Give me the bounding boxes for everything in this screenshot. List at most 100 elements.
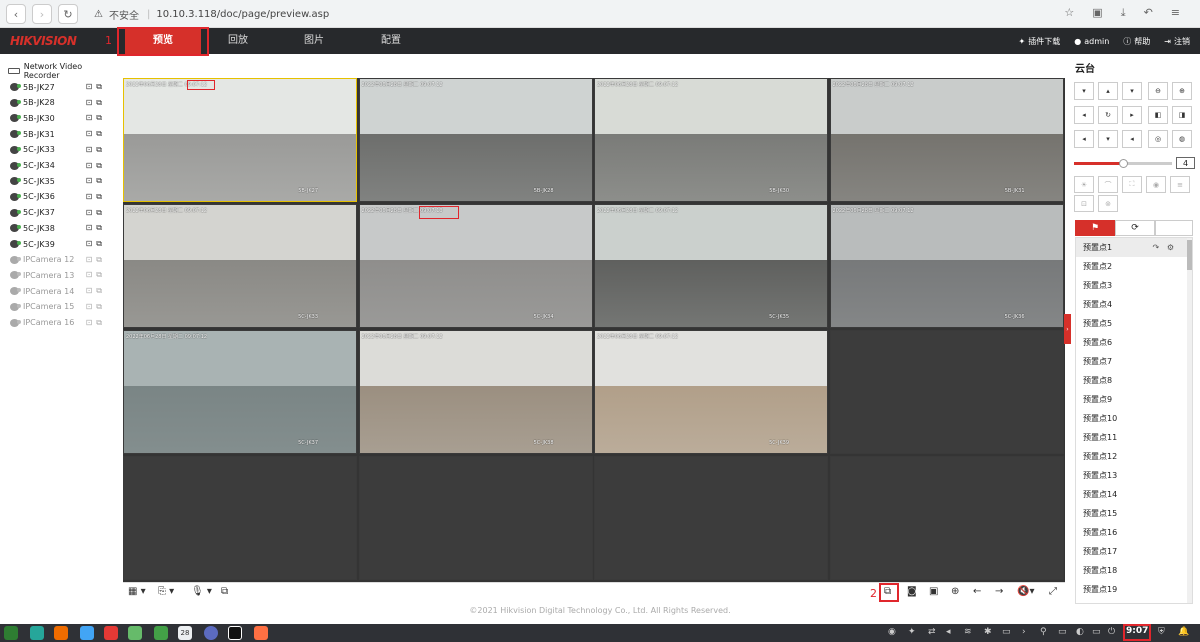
tray-transfer-icon[interactable]: ⇄ xyxy=(928,627,936,637)
preset-item[interactable]: 预置点14 xyxy=(1076,485,1192,504)
settings-icon[interactable] xyxy=(204,626,218,640)
video-window[interactable]: 2022年06月28日 星期二 09:07:12 5B-JK30 xyxy=(594,78,828,202)
plugin-download-link[interactable]: ✦ 插件下载 xyxy=(1019,36,1061,47)
start-all-preview-icon[interactable]: ⎘ ▾ xyxy=(158,586,174,597)
preview-camera-icon[interactable]: ⧉ xyxy=(96,176,106,185)
video-window[interactable]: 2022年06月28日 星期二 09:07:12 5C-JK38 xyxy=(358,330,593,454)
forward-arrow-icon[interactable]: › xyxy=(32,4,52,24)
address-bar[interactable]: ⚠ 不安全 | 10.10.3.118/doc/page/preview.asp xyxy=(86,4,1098,24)
preset-item[interactable]: 预置点12 xyxy=(1076,447,1192,466)
ptz-left-icon[interactable]: ◂ xyxy=(1074,106,1094,124)
files-icon[interactable] xyxy=(30,626,44,640)
preset-item[interactable]: 预置点20 xyxy=(1076,599,1192,603)
menu-icon[interactable]: ≡ xyxy=(1171,6,1180,20)
launcher-icon[interactable] xyxy=(4,626,18,640)
preset-item[interactable]: 预置点8 xyxy=(1076,371,1192,390)
video-window[interactable]: 2022年06月28日 星期二 09:07:12 5B-JK27 xyxy=(123,78,357,202)
prev-page-icon[interactable]: ← xyxy=(973,586,981,597)
preset-item[interactable]: 预置点1 ↷ ⚙ xyxy=(1076,238,1192,257)
preview-camera-icon[interactable]: ⧉ xyxy=(96,255,106,264)
layout-grid-icon[interactable]: ▦ ▾ xyxy=(128,586,146,597)
video-window[interactable]: 2022年06月28日 星期二 09:07:12 5C-JK36 xyxy=(829,204,1064,328)
extension-icon[interactable]: ▣ xyxy=(1092,6,1102,20)
tray-volume-icon[interactable]: ◂ xyxy=(946,627,951,637)
record-camera-icon[interactable]: ⊡ xyxy=(86,98,97,107)
ptz-auto-icon[interactable]: ↻ xyxy=(1098,106,1118,124)
preset-item[interactable]: 预置点3 xyxy=(1076,276,1192,295)
notification-bell-icon[interactable]: 🔔 xyxy=(1178,627,1189,637)
store-icon[interactable] xyxy=(54,626,68,640)
ptz-speed-slider[interactable] xyxy=(1074,159,1172,168)
camera-tree-item[interactable]: 5C-JK39 ⊡⧉ xyxy=(10,237,114,251)
record-icon[interactable]: ▣ xyxy=(929,586,938,597)
camera-tree-item[interactable]: IPCamera 14 ⊡⧉ xyxy=(10,284,114,298)
record-camera-icon[interactable]: ⊡ xyxy=(86,161,97,170)
preview-camera-icon[interactable]: ⧉ xyxy=(96,302,106,311)
video-window[interactable]: 2022年06月28日 星期二 09:07:12 5C-JK33 xyxy=(123,204,357,328)
tray-ime-icon[interactable]: ✦ xyxy=(908,627,916,637)
preview-camera-icon[interactable]: ⧉ xyxy=(96,208,106,217)
video-window[interactable]: 2022年06月28日 星期二 09:07:13 5C-JK34 xyxy=(358,204,593,328)
camera-tree-item[interactable]: 5C-JK37 ⊡⧉ xyxy=(10,206,114,220)
preview-camera-icon[interactable]: ⧉ xyxy=(96,161,106,170)
preset-item[interactable]: 预置点5 xyxy=(1076,314,1192,333)
pattern-tab[interactable] xyxy=(1155,220,1193,236)
fullscreen-icon[interactable]: ⤢ xyxy=(1049,586,1057,597)
preset-item[interactable]: 预置点16 xyxy=(1076,523,1192,542)
preview-camera-icon[interactable]: ⧉ xyxy=(96,113,106,122)
empty-video-window[interactable] xyxy=(358,456,593,580)
wiper-icon[interactable]: ⌒ xyxy=(1098,176,1118,193)
light-icon[interactable]: ☀ xyxy=(1074,176,1094,193)
next-page-icon[interactable]: → xyxy=(995,586,1003,597)
reload-icon[interactable]: ↻ xyxy=(58,4,78,24)
record-camera-icon[interactable]: ⊡ xyxy=(86,302,97,311)
ptz-up-right-icon[interactable]: ▾ xyxy=(1122,82,1142,100)
logout-link[interactable]: ⇥ 注销 xyxy=(1164,36,1190,47)
empty-video-window[interactable] xyxy=(594,456,828,580)
preview-camera-icon[interactable]: ⧉ xyxy=(96,286,106,295)
camera-tree-item[interactable]: 5C-JK33 ⊡⧉ xyxy=(10,143,114,157)
camera-tree-item[interactable]: 5B-JK30 ⊡⧉ xyxy=(10,111,114,125)
preset-item[interactable]: 预置点18 xyxy=(1076,561,1192,580)
notes-icon[interactable] xyxy=(154,626,168,640)
preset-item[interactable]: 预置点4 xyxy=(1076,295,1192,314)
nvr-root-node[interactable]: Network Video Recorder xyxy=(8,62,118,80)
preset-item[interactable]: 预置点15 xyxy=(1076,504,1192,523)
preview-camera-icon[interactable]: ⧉ xyxy=(96,192,106,201)
tray-security-icon[interactable]: ⛨ xyxy=(1158,627,1165,637)
preset-item[interactable]: 预置点2 xyxy=(1076,257,1192,276)
ptz-right-icon[interactable]: ▸ xyxy=(1122,106,1142,124)
preset-item[interactable]: 预置点11 xyxy=(1076,428,1192,447)
camera-tree-item[interactable]: 5B-JK27 ⊡⧉ xyxy=(10,80,114,94)
record-camera-icon[interactable]: ⊡ xyxy=(86,208,97,217)
video-window[interactable]: 2022年06月28日 星期二 09:07:12 5B-JK31 xyxy=(829,78,1064,202)
camera-tree-item[interactable]: IPCamera 12 ⊡⧉ xyxy=(10,253,114,267)
record-camera-icon[interactable]: ⊡ xyxy=(86,255,97,264)
camera-tree-item[interactable]: 5B-JK28 ⊡⧉ xyxy=(10,96,114,110)
preset-settings-icon[interactable]: ⚙ xyxy=(1167,243,1174,252)
music-icon[interactable] xyxy=(128,626,142,640)
camera-tree-item[interactable]: IPCamera 15 ⊡⧉ xyxy=(10,300,114,314)
capture-icon[interactable]: ◙ xyxy=(907,586,917,597)
preset-item[interactable]: 预置点6 xyxy=(1076,333,1192,352)
ptz-down-right-icon[interactable]: ◂ xyxy=(1122,130,1142,148)
lens-init-icon[interactable]: ◉ xyxy=(1146,176,1166,193)
back-arrow-icon[interactable]: ‹ xyxy=(6,4,26,24)
ptz-down-icon[interactable]: ▾ xyxy=(1098,130,1118,148)
help-link[interactable]: ⓘ 帮助 xyxy=(1123,36,1150,47)
preset-tab-icon[interactable]: ⚑ xyxy=(1075,220,1115,236)
preview-camera-icon[interactable]: ⧉ xyxy=(96,223,106,232)
tray-window-icon[interactable]: ▭ xyxy=(1058,627,1067,637)
preset-item[interactable]: 预置点19 xyxy=(1076,580,1192,599)
microphone-icon[interactable]: 🎙 ▾ xyxy=(191,586,212,597)
tray-bluetooth-icon[interactable]: ✱ xyxy=(984,627,992,637)
record-camera-icon[interactable]: ⊡ xyxy=(86,270,97,279)
tray-expand-icon[interactable]: › xyxy=(1022,627,1026,637)
camera-tree-item[interactable]: IPCamera 13 ⊡⧉ xyxy=(10,268,114,282)
zoom-out-icon[interactable]: ⊖ xyxy=(1148,82,1168,100)
slider-handle[interactable] xyxy=(1119,159,1128,168)
folder-icon[interactable] xyxy=(80,626,94,640)
goto-preset-icon[interactable]: ↷ xyxy=(1152,243,1159,252)
preset-item[interactable]: 预置点9 xyxy=(1076,390,1192,409)
zero-channel-icon[interactable]: ⧉ xyxy=(221,586,228,597)
